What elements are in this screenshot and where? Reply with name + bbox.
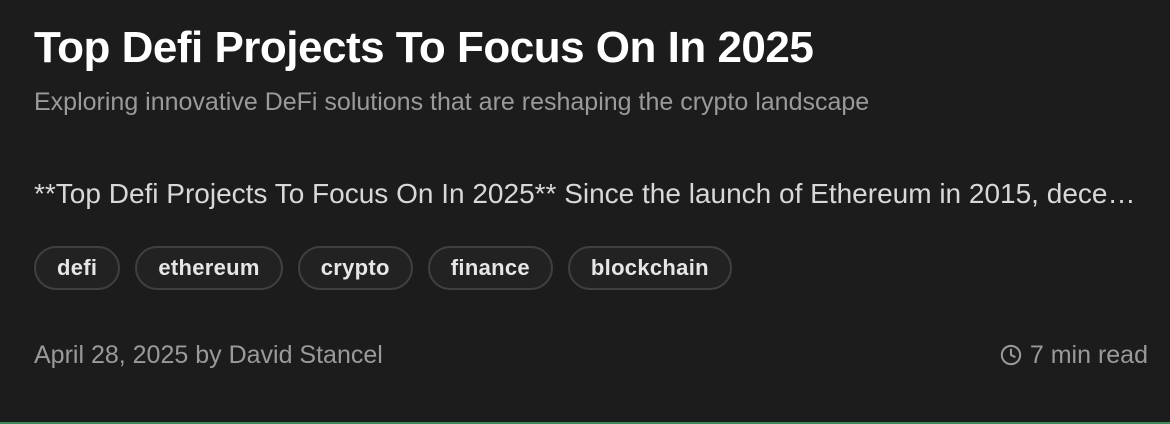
clock-icon <box>1000 344 1022 366</box>
blog-post-card[interactable]: Top Defi Projects To Focus On In 2025 Ex… <box>0 0 1170 424</box>
tag-finance[interactable]: finance <box>427 246 553 290</box>
post-title[interactable]: Top Defi Projects To Focus On In 2025 <box>34 22 1148 74</box>
tag-list: defi ethereum crypto finance blockchain <box>34 246 1148 290</box>
tag-ethereum[interactable]: ethereum <box>135 246 283 290</box>
post-excerpt: **Top Defi Projects To Focus On In 2025*… <box>34 178 1148 209</box>
post-subtitle: Exploring innovative DeFi solutions that… <box>34 88 870 116</box>
read-time: 7 min read <box>1000 341 1148 370</box>
tag-crypto[interactable]: crypto <box>297 246 413 290</box>
tag-blockchain[interactable]: blockchain <box>567 246 732 290</box>
read-time-label: 7 min read <box>1029 340 1148 369</box>
tag-defi[interactable]: defi <box>34 246 121 290</box>
post-byline: April 28, 2025 by David Stancel <box>34 340 383 369</box>
post-meta: April 28, 2025 by David Stancel 7 min re… <box>34 338 1148 372</box>
